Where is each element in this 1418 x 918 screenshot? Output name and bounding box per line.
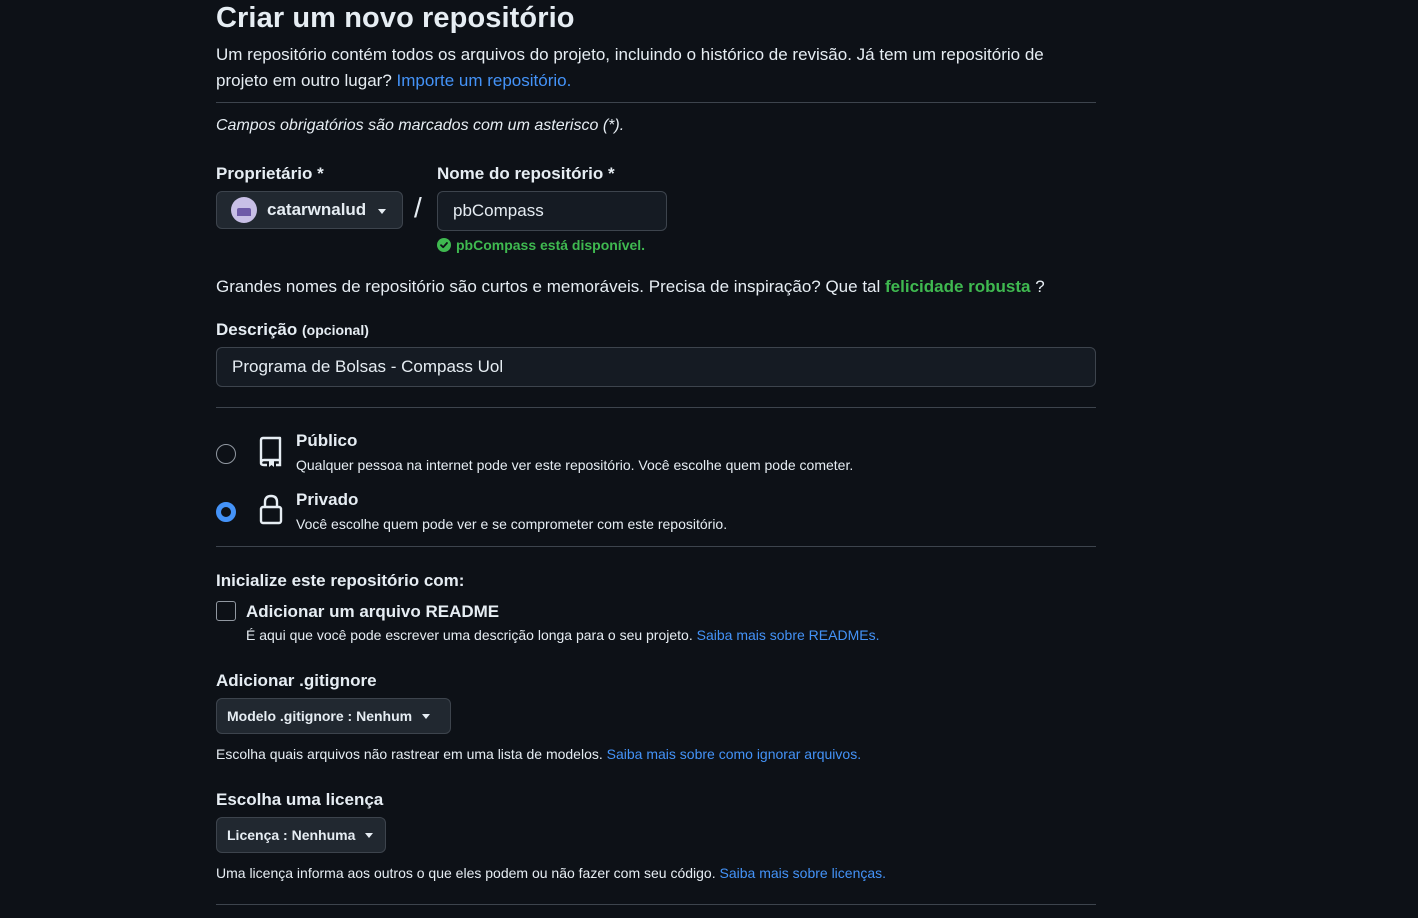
gitignore-heading: Adicionar .gitignore xyxy=(216,671,377,690)
avatar xyxy=(231,197,257,223)
availability-message: pbCompass está disponível. xyxy=(437,237,645,253)
chevron-down-icon xyxy=(422,713,431,719)
repo-name-value: pbCompass xyxy=(453,201,544,220)
public-radio[interactable] xyxy=(216,444,236,464)
readme-description: É aqui que você pode escrever uma descri… xyxy=(246,627,693,643)
private-radio[interactable] xyxy=(216,502,236,522)
availability-text: pbCompass está disponível. xyxy=(456,237,646,253)
divider xyxy=(216,904,1096,905)
license-dropdown[interactable]: Licença : Nenhuma xyxy=(216,817,386,853)
visibility-private-option[interactable]: Privado Você escolhe quem pode ver e se … xyxy=(216,490,1096,540)
gitignore-dropdown-label: Modelo .gitignore : Nenhum xyxy=(227,708,413,724)
gitignore-description: Escolha quais arquivos não rastrear em u… xyxy=(216,746,603,762)
owner-label: Proprietário * xyxy=(216,164,324,183)
init-heading: Inicialize este repositório com: xyxy=(216,571,465,590)
private-description: Você escolhe quem pode ver e se comprome… xyxy=(296,516,728,532)
chevron-down-icon xyxy=(378,209,386,214)
license-dropdown-label: Licença : Nenhuma xyxy=(227,827,356,843)
check-circle-icon xyxy=(437,238,451,252)
readme-checkbox[interactable] xyxy=(216,601,236,621)
gitignore-learn-more-link[interactable]: Saiba mais sobre como ignorar arquivos. xyxy=(607,746,861,762)
license-learn-more-link[interactable]: Saiba mais sobre licenças. xyxy=(720,865,887,881)
public-title: Público xyxy=(296,431,358,450)
description-input[interactable]: Programa de Bolsas - Compass Uol xyxy=(216,347,1096,387)
owner-select-button[interactable]: catarwnalud xyxy=(216,191,403,229)
repo-name-label: Nome do repositório * xyxy=(437,164,615,183)
suggested-name[interactable]: felicidade robusta xyxy=(885,277,1030,296)
owner-name: catarwnalud xyxy=(267,200,367,219)
license-help: Uma licença informa aos outros o que ele… xyxy=(216,865,886,881)
required-fields-note: Campos obrigatórios são marcados com um … xyxy=(216,117,625,134)
description-value: Programa de Bolsas - Compass Uol xyxy=(232,357,504,376)
private-title: Privado xyxy=(296,490,359,509)
license-heading: Escolha uma licença xyxy=(216,790,384,809)
readme-label[interactable]: Adicionar um arquivo README xyxy=(246,602,499,622)
divider xyxy=(216,102,1096,103)
lock-icon xyxy=(258,493,284,530)
description-label-text: Descrição xyxy=(216,320,298,339)
import-repo-link[interactable]: Importe um repositório. xyxy=(397,71,572,90)
hint-text: Grandes nomes de repositório são curtos … xyxy=(216,277,881,296)
intro-text: Um repositório contém todos os arquivos … xyxy=(216,45,1044,90)
divider xyxy=(216,546,1096,547)
divider xyxy=(216,407,1096,408)
repo-name-input[interactable]: pbCompass xyxy=(437,191,667,231)
chevron-down-icon xyxy=(365,832,374,838)
readme-help: É aqui que você pode escrever uma descri… xyxy=(246,627,879,643)
owner-repo-separator: / xyxy=(414,192,422,223)
public-description: Qualquer pessoa na internet pode ver est… xyxy=(296,457,854,473)
license-description: Uma licença informa aos outros o que ele… xyxy=(216,865,716,881)
readme-learn-more-link[interactable]: Saiba mais sobre READMEs. xyxy=(697,627,880,643)
description-optional: (opcional) xyxy=(302,322,369,338)
name-suggestion-hint: Grandes nomes de repositório são curtos … xyxy=(216,277,1045,297)
page-intro: Um repositório contém todos os arquivos … xyxy=(216,42,1096,94)
page-title: Criar um novo repositório xyxy=(216,2,575,34)
hint-suffix: ? xyxy=(1035,277,1045,296)
gitignore-template-dropdown[interactable]: Modelo .gitignore : Nenhum xyxy=(216,698,451,734)
repo-icon xyxy=(258,436,284,473)
gitignore-help: Escolha quais arquivos não rastrear em u… xyxy=(216,746,861,762)
visibility-public-option[interactable]: Público Qualquer pessoa na internet pode… xyxy=(216,431,1096,481)
description-label: Descrição (opcional) xyxy=(216,320,369,340)
